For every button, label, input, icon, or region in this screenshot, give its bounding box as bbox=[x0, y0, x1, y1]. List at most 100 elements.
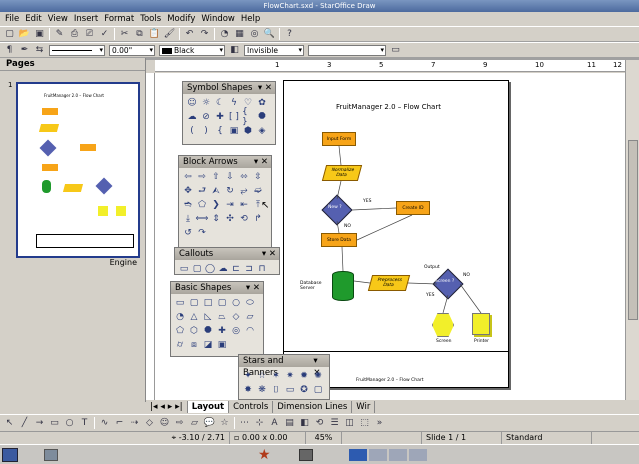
undo-icon[interactable]: ↶ bbox=[183, 28, 196, 40]
ring-icon[interactable]: ◎ bbox=[230, 325, 242, 337]
callout-right-icon[interactable]: ⇥ bbox=[224, 199, 236, 211]
diamond-bevel-icon[interactable]: ◈ bbox=[256, 125, 268, 137]
callout-ud-icon[interactable]: ⇕ bbox=[210, 213, 222, 225]
star12-icon[interactable]: ✹ bbox=[298, 370, 310, 382]
stars-banners-titlebar[interactable]: Stars and Banners ▾ ✕ bbox=[239, 355, 329, 378]
vertical-ruler[interactable] bbox=[146, 73, 155, 400]
pentagon-icon[interactable]: ⬠ bbox=[196, 199, 208, 211]
symbol-shapes-icon[interactable]: ☺ bbox=[158, 417, 171, 429]
octagon-icon[interactable]: ⯃ bbox=[256, 111, 268, 123]
page-thumbnail[interactable]: FruitManager 2.0 – Flow Chart bbox=[16, 82, 140, 258]
left-brace-icon[interactable]: { bbox=[214, 125, 226, 137]
spellcheck-icon[interactable]: ✓ bbox=[98, 28, 111, 40]
menu-file[interactable]: File bbox=[5, 14, 19, 24]
workspace-3[interactable] bbox=[388, 448, 407, 461]
desktop-icon[interactable] bbox=[44, 448, 58, 461]
star5-icon[interactable]: ☆ bbox=[256, 370, 268, 382]
printer-tray-icon[interactable] bbox=[298, 448, 313, 461]
shadow-icon[interactable]: ▭ bbox=[389, 44, 402, 56]
signet-icon[interactable]: ✪ bbox=[298, 384, 310, 396]
square-icon[interactable]: □ bbox=[202, 297, 214, 309]
menu-window[interactable]: Window bbox=[201, 14, 235, 24]
brace-icon[interactable]: { } bbox=[242, 107, 254, 127]
arrow-s-shaped-icon[interactable]: ⥂ bbox=[238, 185, 250, 197]
vertical-scrollbar[interactable] bbox=[625, 60, 639, 400]
callout-4way-icon[interactable]: ✣ bbox=[224, 213, 236, 225]
forbidden-icon[interactable]: ⊘ bbox=[200, 111, 212, 123]
flowchart-icon[interactable]: ▱ bbox=[188, 417, 201, 429]
callout-lr-icon[interactable]: ⟺ bbox=[196, 213, 209, 225]
staroffice-star-icon[interactable]: ★ bbox=[258, 447, 271, 463]
navigator-icon[interactable]: ◎ bbox=[248, 28, 261, 40]
arrow-four-way-icon[interactable]: ✥ bbox=[182, 185, 194, 197]
star8-icon[interactable]: ✷ bbox=[284, 370, 296, 382]
rounded-rectangle-icon[interactable]: ▢ bbox=[188, 297, 200, 309]
select-icon[interactable]: ↖ bbox=[3, 417, 16, 429]
arrow-up-down-icon[interactable]: ⇳ bbox=[252, 171, 264, 183]
folded-corner-icon[interactable]: ◪ bbox=[202, 339, 214, 351]
right-bracket-icon[interactable]: ) bbox=[200, 125, 212, 137]
format-paintbrush-icon[interactable]: 🖌 bbox=[163, 28, 176, 40]
smiley-icon[interactable]: ☺ bbox=[186, 97, 198, 109]
trapezoid-icon[interactable]: ⏢ bbox=[216, 311, 228, 323]
callout-cloud-icon[interactable]: ☁ bbox=[217, 263, 229, 275]
area-fill-select[interactable] bbox=[308, 44, 386, 56]
seal-icon[interactable]: ❋ bbox=[256, 384, 268, 396]
points-icon[interactable]: ⋯ bbox=[238, 417, 251, 429]
arrow-left-icon[interactable]: ⇦ bbox=[182, 171, 194, 183]
close-icon[interactable]: ▾ ✕ bbox=[262, 248, 276, 260]
table-icon[interactable]: ▦ bbox=[233, 28, 246, 40]
puzzle-icon[interactable]: ✚ bbox=[214, 111, 226, 123]
help-icon[interactable]: ? bbox=[283, 28, 296, 40]
arrow-corner-icon[interactable]: ⮐ bbox=[196, 185, 208, 197]
tab-dimension-lines[interactable]: Dimension Lines bbox=[273, 401, 353, 413]
rectangle-tool-icon[interactable]: ▭ bbox=[48, 417, 61, 429]
ellipse-icon[interactable]: ⬭ bbox=[244, 297, 256, 309]
scroll-thumb[interactable] bbox=[628, 140, 638, 320]
fontwork-icon[interactable]: A bbox=[268, 417, 281, 429]
tab-controls[interactable]: Controls bbox=[229, 401, 274, 413]
more-icon[interactable]: » bbox=[373, 417, 386, 429]
right-angle-arrow-icon[interactable]: ↱ bbox=[252, 213, 264, 225]
area-style-select[interactable]: Invisible bbox=[244, 44, 304, 56]
callout-oval-icon[interactable]: ◯ bbox=[204, 263, 216, 275]
arrow-notched-icon[interactable]: ➬ bbox=[182, 199, 194, 211]
star4-icon[interactable]: ✦ bbox=[242, 370, 254, 382]
callout-line1-icon[interactable]: ⊏ bbox=[230, 263, 242, 275]
u-turn-arrow-icon[interactable]: ↺ bbox=[182, 227, 194, 239]
stars-icon[interactable]: ☆ bbox=[218, 417, 231, 429]
callout-down-icon[interactable]: ⤓ bbox=[182, 213, 194, 225]
close-icon[interactable]: ▾ ✕ bbox=[313, 355, 326, 378]
tab-layout[interactable]: Layout bbox=[187, 401, 230, 413]
diamond-icon[interactable]: ◇ bbox=[230, 311, 242, 323]
rectangle-icon[interactable]: ▭ bbox=[174, 297, 186, 309]
basic-shapes-icon[interactable]: ◇ bbox=[143, 417, 156, 429]
callout-line3-icon[interactable]: ⊓ bbox=[256, 263, 268, 275]
line-icon[interactable]: ✒ bbox=[18, 44, 31, 56]
lines-arrows-icon[interactable]: ⇢ bbox=[128, 417, 141, 429]
close-icon[interactable]: ▾ ✕ bbox=[258, 82, 272, 94]
arrow-right-icon[interactable]: ⇨ bbox=[196, 171, 208, 183]
symbol-shapes-titlebar[interactable]: Symbol Shapes ▾ ✕ bbox=[183, 82, 275, 94]
menu-tools[interactable]: Tools bbox=[140, 14, 161, 24]
line-width-field[interactable]: 0.00" bbox=[109, 44, 155, 56]
right-triangle-icon[interactable]: ◺ bbox=[202, 311, 214, 323]
explosion-icon[interactable]: ✸ bbox=[242, 384, 254, 396]
lightning-icon[interactable]: ϟ bbox=[228, 97, 240, 109]
extrusion-icon[interactable]: ⬚ bbox=[358, 417, 371, 429]
chart-icon[interactable]: ◔ bbox=[218, 28, 231, 40]
save-icon[interactable]: ▣ bbox=[33, 28, 46, 40]
basic-shapes-titlebar[interactable]: Basic Shapes ▾ ✕ bbox=[171, 282, 263, 294]
paste-icon[interactable]: 📋 bbox=[148, 28, 161, 40]
styles-icon[interactable]: ¶ bbox=[3, 44, 16, 56]
hexagon-icon[interactable]: ⬡ bbox=[188, 325, 200, 337]
callout-rect-icon[interactable]: ▭ bbox=[178, 263, 190, 275]
horizontal-ruler[interactable]: 1 3 5 7 9 10 11 12 bbox=[155, 60, 625, 72]
horizontal-scroll-icon[interactable]: ▭ bbox=[284, 384, 296, 396]
octagon-bevel-icon[interactable]: ⬢ bbox=[242, 125, 254, 137]
connector-tool-icon[interactable]: ⌐ bbox=[113, 417, 126, 429]
cube-icon[interactable]: ⧈ bbox=[188, 339, 200, 351]
callouts-titlebar[interactable]: Callouts ▾ ✕ bbox=[175, 248, 279, 260]
from-file-icon[interactable]: ▤ bbox=[283, 417, 296, 429]
cylinder-icon[interactable]: ⌭ bbox=[174, 339, 186, 351]
